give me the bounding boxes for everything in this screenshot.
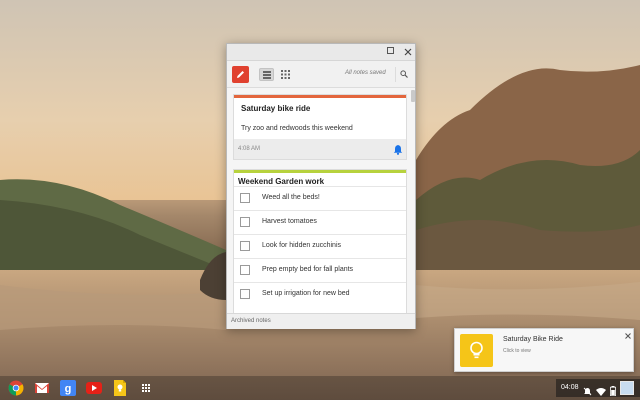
- close-button[interactable]: [402, 46, 414, 58]
- checklist-item-label: Prep empty bed for fall plants: [262, 266, 354, 273]
- avatar[interactable]: [620, 381, 634, 395]
- note-title: Saturday bike ride: [241, 104, 311, 113]
- checkbox[interactable]: [240, 289, 250, 299]
- search-button[interactable]: [395, 67, 411, 82]
- checklist-item[interactable]: Look for hidden zucchinis: [234, 234, 406, 258]
- pencil-icon: [237, 71, 244, 78]
- keep-icon[interactable]: [112, 380, 128, 396]
- shelf: g 04:08: [0, 376, 640, 400]
- close-icon: [625, 333, 631, 339]
- new-note-button[interactable]: [232, 66, 249, 83]
- checklist-item-label: Look for hidden zucchinis: [262, 242, 341, 249]
- checkbox[interactable]: [240, 241, 250, 251]
- notification-subtitle: Click to view: [503, 348, 531, 354]
- checklist-note-card[interactable]: Weekend Garden work Weed all the beds! H…: [233, 169, 407, 313]
- checklist-item[interactable]: Weed all the beds!: [234, 186, 406, 210]
- note-footer: 4:08 AM: [233, 139, 407, 160]
- maximize-button[interactable]: [384, 46, 396, 58]
- keep-icon: [460, 334, 493, 367]
- app-launcher-icon[interactable]: [138, 380, 154, 396]
- window-titlebar[interactable]: [227, 44, 415, 61]
- close-icon: [404, 48, 412, 56]
- note-color-bar: [234, 95, 406, 98]
- grid-view-button[interactable]: [278, 68, 293, 81]
- checklist-item-label: Harvest tomatoes: [262, 218, 317, 225]
- gmail-icon[interactable]: [34, 380, 50, 396]
- notifications-off-icon: [583, 383, 592, 400]
- checklist-item-label: Weed all the beds!: [262, 194, 320, 201]
- notes-list[interactable]: Saturday bike ride Try zoo and redwoods …: [227, 89, 415, 313]
- bell-icon[interactable]: [393, 142, 403, 160]
- notification-close-button[interactable]: [625, 332, 631, 341]
- note-color-bar: [234, 170, 406, 173]
- note-timestamp: 4:08 AM: [238, 146, 261, 152]
- chrome-icon[interactable]: [8, 380, 24, 396]
- archived-notes-link[interactable]: Archived notes: [227, 313, 415, 329]
- svg-text:g: g: [65, 383, 72, 395]
- battery-icon: [610, 383, 616, 400]
- note-title: Weekend Garden work: [238, 177, 325, 186]
- checklist-item[interactable]: Prep empty bed for fall plants: [234, 258, 406, 282]
- google-search-icon[interactable]: g: [60, 380, 76, 396]
- save-status: All notes saved: [345, 70, 386, 76]
- checklist-item[interactable]: Harvest tomatoes: [234, 210, 406, 234]
- clock: 04:08: [561, 384, 579, 391]
- checklist-item-label: Set up irrigation for new bed: [262, 290, 350, 297]
- scrollbar-thumb[interactable]: [411, 90, 415, 102]
- keep-app-window: All notes saved Saturday bike ride Try z…: [226, 43, 416, 329]
- checkbox[interactable]: [240, 265, 250, 275]
- notification-title: Saturday Bike Ride: [503, 336, 563, 343]
- search-icon: [400, 70, 408, 78]
- checklist-item[interactable]: Set up irrigation for new bed: [234, 282, 406, 306]
- maximize-icon: [386, 47, 394, 54]
- status-tray[interactable]: 04:08: [556, 379, 640, 397]
- wifi-icon: [596, 383, 606, 400]
- youtube-icon[interactable]: [86, 380, 102, 396]
- list-view-button[interactable]: [259, 68, 274, 81]
- list-icon: [263, 71, 271, 79]
- checkbox[interactable]: [240, 193, 250, 203]
- note-body: Try zoo and redwoods this weekend: [241, 125, 353, 132]
- archived-notes-label: Archived notes: [231, 318, 271, 324]
- toolbar: All notes saved: [227, 61, 415, 88]
- reminder-notification[interactable]: Saturday Bike Ride Click to view: [454, 328, 634, 372]
- checkbox[interactable]: [240, 217, 250, 227]
- grid-icon: [281, 70, 290, 79]
